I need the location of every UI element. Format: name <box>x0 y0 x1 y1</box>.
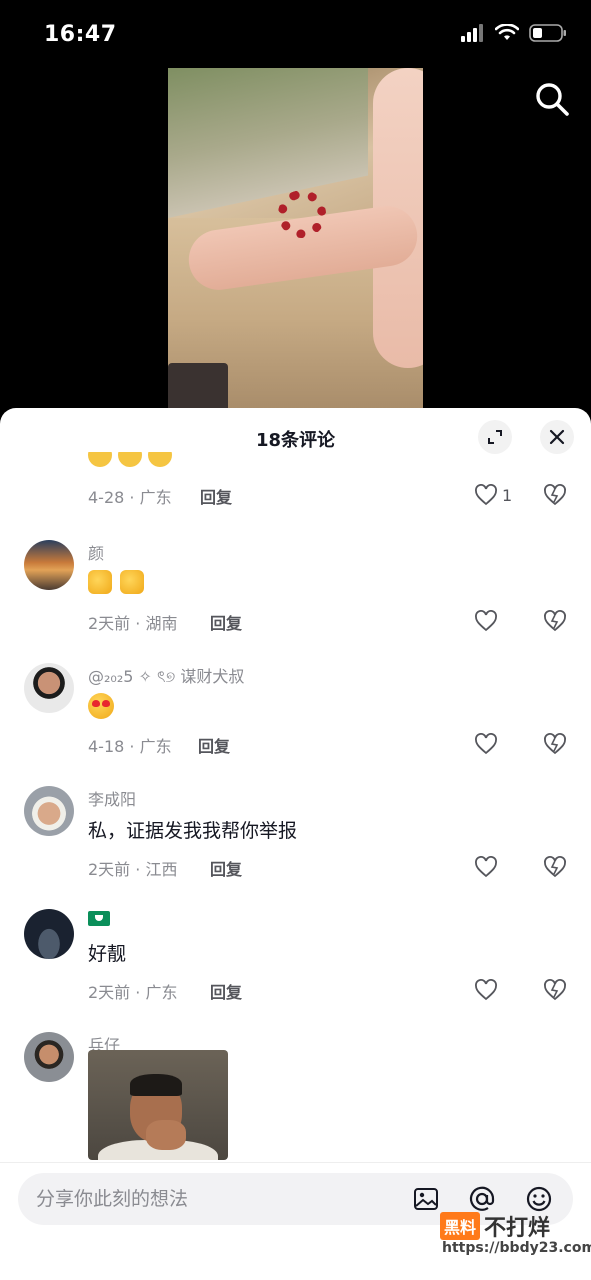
watermark-badge: 黑料 <box>440 1212 481 1240</box>
close-button[interactable] <box>540 420 574 454</box>
comment-list[interactable]: 4-28 · 广东 回复 1 颜 2天前 · 湖南 回复 @₂₀₂5 ✧ ৎ୭ … <box>0 452 591 1162</box>
wifi-icon <box>495 24 519 40</box>
comment-text: 好靓 <box>88 943 127 965</box>
comment-username[interactable] <box>88 909 110 928</box>
reply-button[interactable]: 回复 <box>210 610 242 634</box>
comment-photo[interactable] <box>88 1050 228 1160</box>
like-button[interactable] <box>474 731 524 757</box>
heart-icon <box>475 484 497 506</box>
battery-icon <box>529 24 566 42</box>
dislike-icon[interactable] <box>542 608 568 634</box>
reply-button[interactable]: 回复 <box>198 733 230 757</box>
comment-date-location: 4-18 · 广东 <box>88 737 172 756</box>
watermark-text: 不打烊 <box>484 1216 551 1241</box>
watermark-logo: 黑料 不打烊 <box>440 1210 550 1242</box>
like-button[interactable] <box>474 854 524 880</box>
watermark-url: https://bbdy23.com <box>442 1240 591 1256</box>
comment-item: 颜 2天前 · 湖南 回复 <box>0 540 591 640</box>
avatar[interactable] <box>24 540 74 590</box>
like-button[interactable]: 1 <box>474 482 524 508</box>
comment-item: 李成阳 私，证据发我我帮你举报 2天前 · 江西 回复 <box>0 786 591 886</box>
comment-item: 好靓 2天前 · 广东 回复 <box>0 909 591 1009</box>
reply-button[interactable]: 回复 <box>210 979 242 1003</box>
image-icon[interactable] <box>412 1185 440 1213</box>
comment-username[interactable]: @₂₀₂5 ✧ ৎ୭ 谋财犬叔 <box>88 663 244 691</box>
heart-icon <box>475 733 497 755</box>
car-window <box>168 68 368 218</box>
comment-text <box>88 693 114 724</box>
dislike-icon[interactable] <box>542 977 568 1003</box>
like-button[interactable] <box>474 608 524 634</box>
comment-date-location: 2天前 · 江西 <box>88 860 178 879</box>
emoji-icon[interactable] <box>525 1185 553 1213</box>
comment-username[interactable]: 李成阳 <box>88 786 136 810</box>
comment-text <box>88 570 152 599</box>
like-button[interactable] <box>474 977 524 1003</box>
search-icon[interactable] <box>533 80 571 118</box>
comment-username[interactable]: 颜 <box>88 540 104 564</box>
comment-sheet: 18条评论 4-28 · 广东 回复 1 颜 2天前 · 湖南 回复 @₂₀₂5… <box>0 408 591 1280</box>
video-frame[interactable] <box>168 68 423 413</box>
comment-item: 兵仔 <box>0 1032 591 1162</box>
close-icon <box>549 429 565 445</box>
comment-date-location: 4-28 · 广东 <box>88 488 172 507</box>
comment-date-location: 2天前 · 广东 <box>88 983 178 1002</box>
expand-button[interactable] <box>478 420 512 454</box>
avatar[interactable] <box>24 1032 74 1082</box>
expand-icon <box>488 430 502 444</box>
heart-icon <box>475 856 497 878</box>
avatar[interactable] <box>24 909 74 959</box>
mention-icon[interactable] <box>468 1185 496 1213</box>
dislike-icon[interactable] <box>542 482 568 508</box>
comment-item: @₂₀₂5 ✧ ৎ୭ 谋财犬叔 4-18 · 广东 回复 <box>0 663 591 763</box>
status-icons <box>461 24 567 42</box>
door-panel <box>168 363 228 413</box>
comment-input[interactable] <box>36 1173 396 1225</box>
reply-button[interactable]: 回复 <box>200 484 232 508</box>
status-bar: 16:47 <box>0 0 591 70</box>
emoji-row <box>88 452 238 468</box>
like-count: 1 <box>502 485 513 505</box>
comment-date-location: 2天前 · 湖南 <box>88 614 178 633</box>
heart-icon <box>475 610 497 632</box>
macau-flag-icon <box>88 911 110 926</box>
status-time: 16:47 <box>44 22 117 47</box>
clap-emoji <box>120 570 144 594</box>
avatar[interactable] <box>24 663 74 713</box>
heart-icon <box>475 979 497 1001</box>
reply-button[interactable]: 回复 <box>210 856 242 880</box>
dislike-icon[interactable] <box>542 731 568 757</box>
dislike-icon[interactable] <box>542 854 568 880</box>
heart-eyes-emoji <box>88 693 114 719</box>
clap-emoji <box>88 570 112 594</box>
avatar[interactable] <box>24 786 74 836</box>
watermark: 黑料 不打烊 https://bbdy23.com <box>440 1210 591 1262</box>
signal-icon <box>461 24 483 42</box>
comment-text: 私，证据发我我帮你举报 <box>88 820 298 842</box>
comment-item: 4-28 · 广东 回复 1 <box>0 452 591 512</box>
